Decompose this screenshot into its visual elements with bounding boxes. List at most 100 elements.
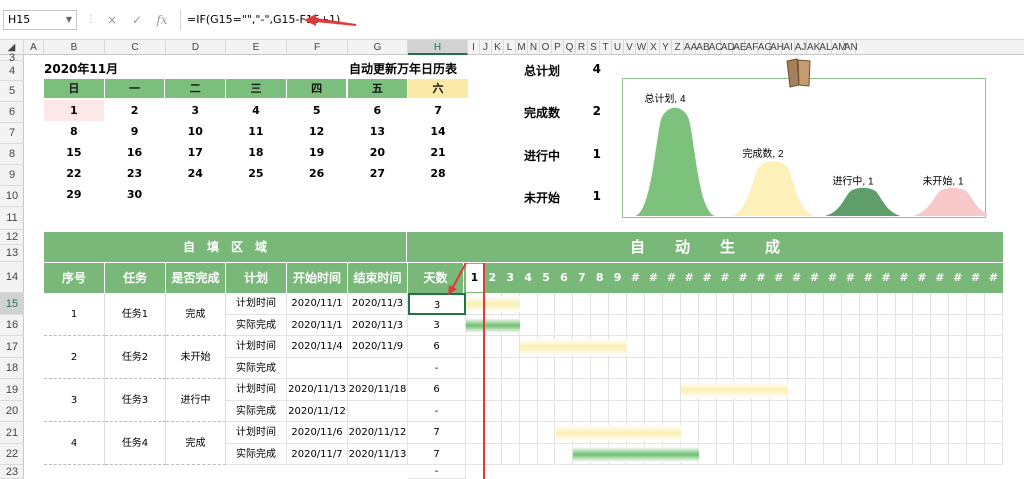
gantt-cell[interactable]: [770, 314, 789, 336]
gantt-cell[interactable]: [895, 400, 914, 422]
calendar-day[interactable]: 11: [226, 121, 286, 142]
gantt-cell[interactable]: [841, 314, 860, 336]
gantt-cell[interactable]: [627, 400, 645, 422]
gantt-cell[interactable]: [913, 314, 932, 336]
gantt-cell[interactable]: [913, 400, 932, 422]
gantt-cell[interactable]: [483, 336, 502, 358]
row-header-6[interactable]: 6: [0, 102, 24, 123]
row-header-21[interactable]: 21: [0, 422, 24, 444]
gantt-cell[interactable]: [609, 357, 628, 379]
gantt-cell[interactable]: [466, 422, 484, 444]
gantt-cell[interactable]: [537, 357, 556, 379]
end-date-cell[interactable]: 2020/11/18: [348, 379, 408, 401]
gantt-cell[interactable]: [716, 336, 735, 358]
gantt-cell[interactable]: [734, 443, 753, 465]
gantt-cell[interactable]: [734, 293, 753, 315]
gantt-cell[interactable]: [662, 336, 681, 358]
row-header-22[interactable]: 22: [0, 444, 24, 465]
gantt-cell[interactable]: [770, 422, 789, 444]
gantt-cell[interactable]: [859, 443, 878, 465]
column-header-j[interactable]: J: [480, 40, 492, 55]
start-date-cell[interactable]: 2020/11/1: [287, 293, 348, 315]
gantt-cell[interactable]: [698, 357, 717, 379]
gantt-cell[interactable]: [698, 422, 717, 444]
row-header-11[interactable]: 11: [0, 207, 24, 230]
start-date-cell[interactable]: 2020/11/6: [287, 422, 348, 444]
gantt-cell[interactable]: [555, 314, 574, 336]
task-id[interactable]: 2: [44, 336, 105, 379]
gantt-cell[interactable]: [698, 293, 717, 315]
column-header-o[interactable]: O: [540, 40, 552, 55]
gantt-cell[interactable]: [985, 443, 1003, 465]
column-header-aa[interactable]: AA: [684, 40, 697, 55]
gantt-cell[interactable]: [806, 379, 824, 401]
gantt-cell[interactable]: [806, 400, 824, 422]
task-name[interactable]: 任务1: [105, 293, 166, 336]
gantt-cell[interactable]: [591, 357, 610, 379]
gantt-cell[interactable]: [752, 293, 771, 315]
days-cell[interactable]: 7: [408, 443, 466, 465]
gantt-cell[interactable]: [770, 443, 789, 465]
gantt-cell[interactable]: [591, 314, 610, 336]
gantt-cell[interactable]: [537, 400, 556, 422]
gantt-cell[interactable]: [483, 357, 502, 379]
gantt-cell[interactable]: [841, 379, 860, 401]
row-header-12[interactable]: 12: [0, 230, 24, 245]
gantt-cell[interactable]: [680, 422, 699, 444]
gantt-cell[interactable]: [770, 336, 789, 358]
gantt-cell[interactable]: [859, 422, 878, 444]
start-date-cell[interactable]: 2020/11/1: [287, 314, 348, 336]
days-cell[interactable]: 6: [408, 379, 466, 401]
start-date-cell[interactable]: 2020/11/13: [287, 379, 348, 401]
plan-type-label[interactable]: 实际完成: [226, 443, 287, 465]
gantt-cell[interactable]: [895, 422, 914, 444]
gantt-cell[interactable]: [985, 293, 1003, 315]
days-cell[interactable]: -: [408, 400, 466, 422]
column-header-m[interactable]: M: [516, 40, 528, 55]
gantt-cell[interactable]: [627, 293, 645, 315]
calendar-day[interactable]: 1: [44, 100, 104, 121]
task-name[interactable]: 任务4: [105, 422, 166, 465]
gantt-cell[interactable]: [645, 314, 663, 336]
gantt-cell[interactable]: [645, 379, 663, 401]
calendar-day[interactable]: 4: [226, 100, 286, 121]
gantt-cell[interactable]: [913, 422, 932, 444]
row-header-16[interactable]: 16: [0, 315, 24, 336]
gantt-cell[interactable]: [573, 379, 592, 401]
task-name[interactable]: 任务2: [105, 336, 166, 379]
end-date-cell[interactable]: 2020/11/12: [348, 422, 408, 444]
summary-chart[interactable]: 总计划, 4 完成数, 2 进行中, 1 未开始, 1: [622, 78, 993, 218]
gantt-cell[interactable]: [967, 400, 986, 422]
gantt-cell[interactable]: [680, 400, 699, 422]
gantt-cell[interactable]: [501, 336, 520, 358]
gantt-cell[interactable]: [537, 422, 556, 444]
column-header-v[interactable]: V: [624, 40, 636, 55]
gantt-cell[interactable]: [967, 293, 986, 315]
gantt-cell[interactable]: [770, 357, 789, 379]
row-header-4[interactable]: 4: [0, 61, 24, 81]
row-header-23[interactable]: 23: [0, 465, 24, 479]
gantt-cell[interactable]: [573, 400, 592, 422]
gantt-cell[interactable]: [877, 314, 896, 336]
gantt-cell[interactable]: [806, 293, 824, 315]
column-header-q[interactable]: Q: [564, 40, 576, 55]
gantt-cell[interactable]: [483, 422, 502, 444]
calendar-day[interactable]: 14: [408, 121, 468, 142]
gantt-cell[interactable]: [752, 336, 771, 358]
gantt-cell[interactable]: [483, 379, 502, 401]
start-date-cell[interactable]: 2020/11/12: [287, 400, 348, 422]
gantt-cell[interactable]: [877, 422, 896, 444]
gantt-cell[interactable]: [788, 379, 807, 401]
sheet-area[interactable]: 2020年11月 自动更新万年日历表 日一二三四五六 1 2 3 4 5 6 7 8 9 10 11 1…: [24, 55, 1024, 479]
gantt-cell[interactable]: [483, 443, 502, 465]
gantt-cell[interactable]: [770, 400, 789, 422]
gantt-cell[interactable]: [913, 293, 932, 315]
gantt-cell[interactable]: [931, 314, 950, 336]
plan-type-label[interactable]: 实际完成: [226, 357, 287, 379]
calendar-day[interactable]: 10: [165, 121, 225, 142]
row-header-14[interactable]: 14: [0, 262, 24, 293]
gantt-cell[interactable]: [645, 293, 663, 315]
gantt-cell[interactable]: [931, 379, 950, 401]
column-header-ai[interactable]: AI: [782, 40, 795, 55]
gantt-cell[interactable]: [555, 357, 574, 379]
